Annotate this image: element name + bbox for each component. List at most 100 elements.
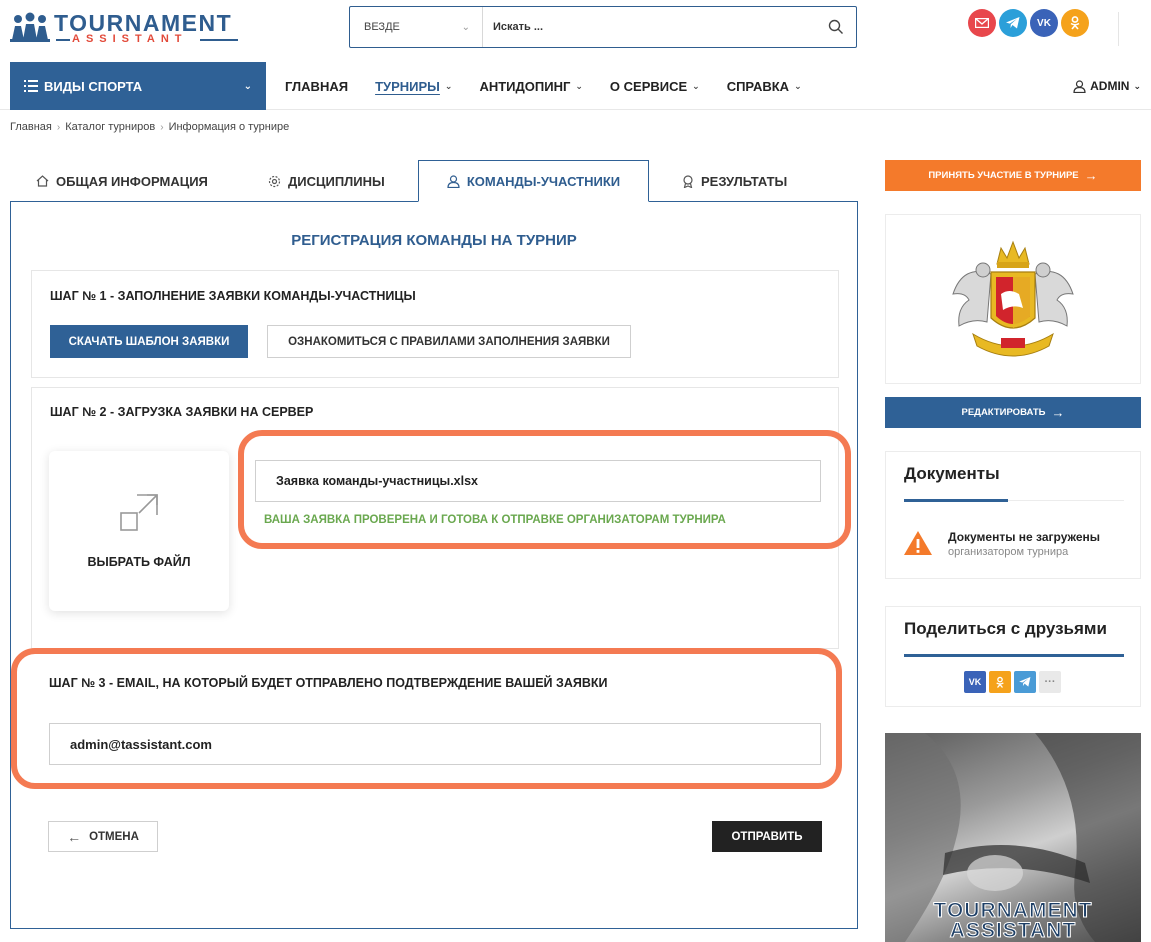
logo-subtitle: ASSISTANT — [72, 33, 188, 45]
step3-title: ШАГ № 3 - EMAIL, НА КОТОРЫЙ БУДЕТ ОТПРАВ… — [49, 676, 608, 690]
chevron-down-icon: ⌄ — [444, 80, 453, 91]
cancel-label: ОТМЕНА — [89, 830, 139, 843]
vk-icon[interactable]: VK — [1030, 9, 1058, 37]
nav-item-antidoping[interactable]: АНТИДОПИНГ ⌄ — [479, 79, 582, 94]
uploaded-file-name: Заявка команды-участницы.xlsx — [255, 460, 821, 502]
breadcrumb: Главная › Каталог турниров › Информация … — [10, 121, 289, 133]
chevron-down-icon: ⌄ — [243, 80, 252, 92]
chevron-down-icon: ⌄ — [461, 21, 470, 33]
arrow-left-icon: ← — [67, 828, 82, 845]
registration-panel: РЕГИСТРАЦИЯ КОМАНДЫ НА ТУРНИР ШАГ № 1 - … — [10, 201, 858, 929]
tab-label: РЕЗУЛЬТАТЫ — [701, 173, 788, 189]
email-field[interactable]: admin@tassistant.com — [49, 723, 821, 765]
step2-title: ШАГ № 2 - ЗАГРУЗКА ЗАЯВКИ НА СЕРВЕР — [50, 405, 314, 419]
step1-title: ШАГ № 1 - ЗАПОЛНЕНИЕ ЗАЯВКИ КОМАНДЫ-УЧАС… — [50, 289, 416, 303]
odnoklassniki-icon[interactable] — [1061, 9, 1089, 37]
chevron-down-icon: ⌄ — [692, 80, 700, 91]
gear-icon — [268, 175, 281, 187]
breadcrumb-home[interactable]: Главная — [10, 121, 52, 133]
join-tournament-label: ПРИНЯТЬ УЧАСТИЕ В ТУРНИРЕ — [928, 170, 1079, 181]
coat-of-arms-icon — [952, 240, 1074, 357]
nav-item-tournaments[interactable]: ТУРНИРЫ ⌄ — [375, 79, 452, 94]
sports-menu-button[interactable]: ВИДЫ СПОРТА ⌄ — [10, 62, 266, 110]
list-icon — [24, 80, 38, 92]
home-icon — [36, 175, 49, 187]
tab-results[interactable]: РЕЗУЛЬТАТЫ — [682, 160, 787, 202]
search-input[interactable] — [483, 7, 816, 47]
read-rules-button[interactable]: ОЗНАКОМИТЬСЯ С ПРАВИЛАМИ ЗАПОЛНЕНИЯ ЗАЯВ… — [267, 325, 631, 358]
arrow-right-icon: → — [1084, 168, 1098, 183]
file-status-message: ВАША ЗАЯВКА ПРОВЕРЕНА И ГОТОВА К ОТПРАВК… — [264, 514, 726, 526]
chevron-right-icon: › — [160, 121, 164, 133]
award-icon — [683, 174, 693, 188]
documents-message-line2: организатором турнира — [948, 546, 1069, 558]
nav-items: ГЛАВНАЯ ТУРНИРЫ ⌄ АНТИДОПИНГ ⌄ О СЕРВИСЕ ⌄ … — [285, 62, 802, 110]
nav-item-label: СПРАВКА — [726, 78, 790, 94]
share-title: Поделиться с друзьями — [904, 619, 1107, 638]
documents-card: Документы Документы не загружены организ… — [885, 451, 1141, 579]
team-logo-icon — [10, 12, 50, 42]
registration-title: РЕГИСТРАЦИЯ КОМАНДЫ НА ТУРНИР — [291, 232, 577, 249]
odnoklassniki-share-icon[interactable] — [989, 671, 1011, 693]
nav-item-label: АНТИДОПИНГ — [479, 78, 571, 94]
chevron-down-icon: ⌄ — [1133, 80, 1141, 91]
nav-item-help[interactable]: СПРАВКА ⌄ — [727, 79, 802, 94]
user-menu[interactable]: ADMIN ⌄ — [1073, 62, 1141, 110]
tab-label: ДИСЦИПЛИНЫ — [288, 173, 385, 189]
search-bar: ВЕЗДЕ ⌄ — [349, 6, 857, 48]
nav-item-about[interactable]: О СЕРВИСЕ ⌄ — [610, 79, 700, 94]
mail-icon[interactable] — [968, 9, 996, 37]
breadcrumb-current: Информация о турнире — [168, 121, 290, 133]
promo-banner[interactable]: TOURNAMENT ASSISTANT — [885, 733, 1141, 942]
documents-title: Документы — [904, 464, 1000, 483]
choose-file-label: ВЫБРАТЬ ФАЙЛ — [87, 555, 191, 569]
tab-label: КОМАНДЫ-УЧАСТНИКИ — [466, 173, 621, 189]
chevron-right-icon: › — [56, 121, 61, 133]
more-share-icon[interactable]: ··· — [1039, 671, 1061, 693]
cancel-button[interactable]: ← ОТМЕНА — [48, 821, 158, 852]
search-button[interactable] — [816, 7, 856, 47]
tab-disciplines[interactable]: ДИСЦИПЛИНЫ — [268, 160, 385, 202]
join-tournament-button[interactable]: ПРИНЯТЬ УЧАСТИЕ В ТУРНИРЕ → — [885, 160, 1141, 191]
header-divider — [1118, 12, 1119, 46]
user-name: ADMIN — [1090, 79, 1130, 93]
tab-teams[interactable]: КОМАНДЫ-УЧАСТНИКИ — [418, 160, 649, 202]
tab-label: ОБЩАЯ ИНФОРМАЦИЯ — [56, 173, 208, 189]
choose-file-button[interactable]: ВЫБРАТЬ ФАЙЛ — [49, 451, 229, 611]
telegram-icon[interactable] — [999, 9, 1027, 37]
logo-line-left — [56, 39, 70, 41]
chevron-down-icon: ⌄ — [575, 80, 583, 91]
search-scope-label: ВЕЗДЕ — [364, 21, 400, 33]
logo-line-right — [200, 39, 238, 41]
step1-box: ШАГ № 1 - ЗАПОЛНЕНИЕ ЗАЯВКИ КОМАНДЫ-УЧАС… — [31, 270, 839, 378]
telegram-share-icon[interactable] — [1014, 671, 1036, 693]
edit-tournament-button[interactable]: РЕДАКТИРОВАТЬ → — [885, 397, 1141, 428]
search-scope-select[interactable]: ВЕЗДЕ ⌄ — [350, 7, 483, 47]
search-icon — [828, 19, 843, 34]
site-logo[interactable]: TOURNAMENT ASSISTANT — [10, 10, 240, 46]
tournament-tabs: ОБЩАЯ ИНФОРМАЦИЯ ДИСЦИПЛИНЫ КОМАНДЫ-УЧАС… — [10, 160, 858, 202]
nav-item-label: О СЕРВИСЕ — [609, 78, 688, 94]
sports-menu-label: ВИДЫ СПОРТА — [44, 78, 143, 94]
share-buttons: VK ··· — [964, 671, 1061, 693]
promo-title-line2: ASSISTANT — [949, 919, 1077, 942]
share-card: Поделиться с друзьями VK ··· — [885, 606, 1141, 707]
nav-item-label: ГЛАВНАЯ — [285, 78, 349, 94]
main-nav: ВИДЫ СПОРТА ⌄ ГЛАВНАЯ ТУРНИРЫ ⌄ АНТИДОПИН… — [0, 62, 1151, 110]
user-icon — [447, 174, 460, 188]
user-icon — [1073, 79, 1086, 93]
edit-label: РЕДАКТИРОВАТЬ — [961, 407, 1046, 418]
submit-button[interactable]: ОТПРАВИТЬ — [712, 821, 822, 852]
region-emblem — [885, 214, 1141, 384]
nav-item-label: ТУРНИРЫ — [375, 78, 440, 94]
documents-message-line1: Документы не загружены — [948, 530, 1101, 544]
nav-item-home[interactable]: ГЛАВНАЯ — [285, 79, 348, 94]
chevron-down-icon: ⌄ — [794, 80, 802, 91]
download-template-button[interactable]: СКАЧАТЬ ШАБЛОН ЗАЯВКИ — [50, 325, 248, 358]
breadcrumb-catalog[interactable]: Каталог турниров — [65, 121, 155, 133]
documents-underline — [904, 499, 1008, 502]
social-links: VK — [968, 9, 1089, 37]
tab-general-info[interactable]: ОБЩАЯ ИНФОРМАЦИЯ — [36, 160, 208, 202]
documents-divider — [1008, 500, 1124, 501]
vk-share-icon[interactable]: VK — [964, 671, 986, 693]
